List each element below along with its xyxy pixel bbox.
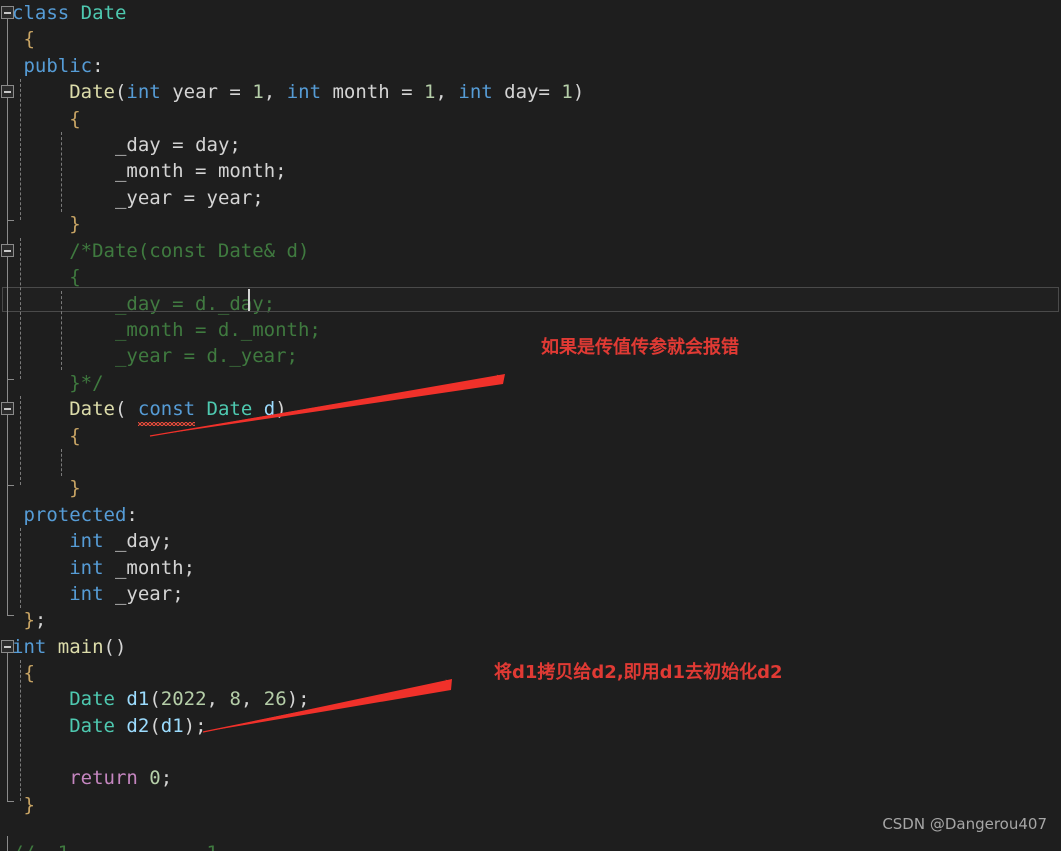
code-line-33-partial[interactable]: // 1, , 1 [0,840,1061,851]
code-line-21[interactable]: int _day; [0,528,1061,554]
code-line-18[interactable] [0,449,1061,475]
code-line-9[interactable]: } [0,211,1061,237]
code-line-24[interactable]: }; [0,607,1061,633]
code-line-3[interactable]: public: [0,53,1061,79]
code-line-28[interactable]: Date d2(d1); [0,713,1061,739]
code-line-27[interactable]: Date d1(2022, 8, 26); [0,686,1061,712]
code-line-15[interactable]: }*/ [0,370,1061,396]
annotation-text-pass-by-value: 如果是传值传参就会报错 [541,337,739,358]
code-line-2[interactable]: { [0,26,1061,52]
code-line-13[interactable]: _month = d._month; [0,317,1061,343]
code-line-7[interactable]: _month = month; [0,158,1061,184]
code-line-25[interactable]: int main() [0,634,1061,660]
code-line-17[interactable]: { [0,423,1061,449]
code-text-surface[interactable]: class Date { public: Date(int year = 1, … [0,0,1061,851]
current-line-highlight [2,287,1059,312]
const-error-token[interactable]: const [137,396,196,427]
code-line-20[interactable]: protected: [0,502,1061,528]
code-line-5[interactable]: { [0,106,1061,132]
text-caret [248,289,250,311]
code-line-14[interactable]: _year = d._year; [0,343,1061,369]
code-line-6[interactable]: _day = day; [0,132,1061,158]
code-line-1[interactable]: class Date [0,0,1061,26]
code-line-10[interactable]: /*Date(const Date& d) [0,238,1061,264]
annotation-text-copy-d1-to-d2: 将d1拷贝给d2,即用d1去初始化d2 [494,662,783,683]
code-line-19[interactable]: } [0,475,1061,501]
code-line-16[interactable]: Date( const Date d) [0,396,1061,427]
code-line-30[interactable]: return 0; [0,765,1061,791]
code-line-8[interactable]: _year = year; [0,185,1061,211]
csdn-watermark: CSDN @Dangerou407 [882,815,1047,833]
code-line-4[interactable]: Date(int year = 1, int month = 1, int da… [0,79,1061,105]
code-line-23[interactable]: int _year; [0,581,1061,607]
code-line-29[interactable] [0,739,1061,765]
code-editor-screenshot: class Date { public: Date(int year = 1, … [0,0,1061,851]
code-line-22[interactable]: int _month; [0,555,1061,581]
